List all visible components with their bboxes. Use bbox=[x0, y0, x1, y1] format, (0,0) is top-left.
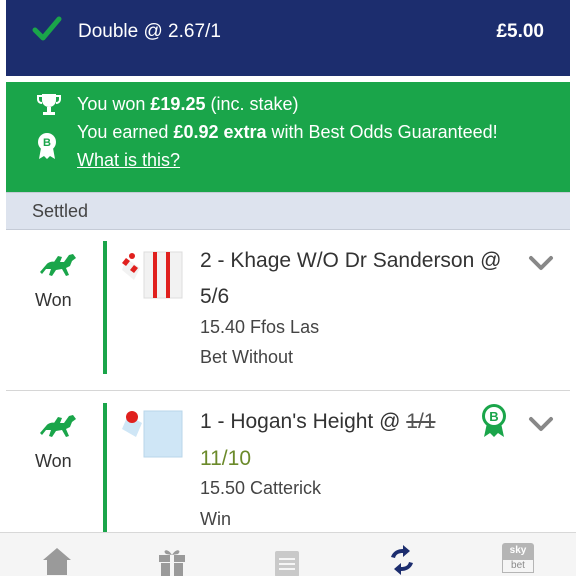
selection-price: 11/10 bbox=[200, 447, 251, 470]
chevron-down-icon[interactable] bbox=[528, 254, 554, 272]
race-info: 15.40 Ffos Las bbox=[200, 317, 320, 337]
jockey-silks-icon bbox=[122, 410, 183, 458]
chevron-down-icon[interactable] bbox=[528, 415, 554, 433]
jockey-silks-icon bbox=[122, 251, 183, 299]
market-type: Bet Without bbox=[200, 347, 294, 367]
betslip-icon[interactable] bbox=[270, 543, 304, 576]
logo-bet-text: bet bbox=[502, 559, 534, 573]
bet-header: Double @ 2.67/1 £5.00 bbox=[6, 0, 570, 76]
home-icon[interactable] bbox=[40, 543, 74, 576]
bet-status: Won bbox=[35, 290, 72, 310]
bet-title: Double @ 2.67/1 bbox=[78, 21, 221, 42]
bog-extra-amount: £0.92 extra bbox=[173, 122, 267, 142]
bet-status: Won bbox=[35, 451, 72, 471]
what-is-this-link[interactable]: What is this? bbox=[77, 150, 180, 171]
logo-sky-text: sky bbox=[502, 543, 534, 559]
best-odds-guaranteed-icon: B bbox=[38, 133, 56, 159]
win-amount: £19.25 bbox=[150, 94, 206, 114]
checkmark-icon bbox=[32, 16, 62, 41]
gift-icon[interactable] bbox=[155, 543, 189, 576]
stake-amount: £5.00 bbox=[496, 21, 544, 42]
bottom-tab-bar: sky bet bbox=[0, 532, 576, 576]
my-bets-icon[interactable] bbox=[385, 543, 419, 576]
skybet-logo-icon[interactable]: sky bet bbox=[502, 543, 534, 576]
svg-text:B: B bbox=[489, 409, 498, 424]
racing-horse-icon bbox=[40, 415, 76, 437]
original-price: 1/1 bbox=[406, 410, 436, 433]
settled-section-header: Settled bbox=[6, 192, 570, 230]
status-divider bbox=[103, 403, 107, 541]
status-divider bbox=[103, 241, 107, 374]
racing-horse-icon bbox=[40, 254, 76, 276]
bog-extra-text: You earned £0.92 extra with Best Odds Gu… bbox=[77, 122, 498, 142]
svg-text:B: B bbox=[43, 137, 51, 149]
bet-leg-row[interactable]: Won 2 - Khage W/O Dr Sanderson @ 5/6 15.… bbox=[6, 230, 570, 391]
trophy-icon bbox=[37, 94, 61, 115]
bet-leg-row[interactable]: Won 1 - Hogan's Height @ 1/1 B 11/10 15.… bbox=[6, 391, 570, 541]
best-odds-guaranteed-icon: B bbox=[482, 404, 506, 437]
selection-name: 1 - Hogan's Height @ 1/1 bbox=[200, 410, 436, 433]
selection-price: 5/6 bbox=[200, 285, 230, 308]
settled-label: Settled bbox=[32, 201, 89, 221]
race-info: 15.50 Catterick bbox=[200, 478, 322, 498]
selection-name: 2 - Khage W/O Dr Sanderson @ bbox=[200, 249, 502, 272]
market-type: Win bbox=[200, 509, 231, 529]
win-amount-text: You won £19.25 (inc. stake) bbox=[77, 94, 299, 114]
win-banner: You won £19.25 (inc. stake) B You earned… bbox=[6, 82, 570, 192]
